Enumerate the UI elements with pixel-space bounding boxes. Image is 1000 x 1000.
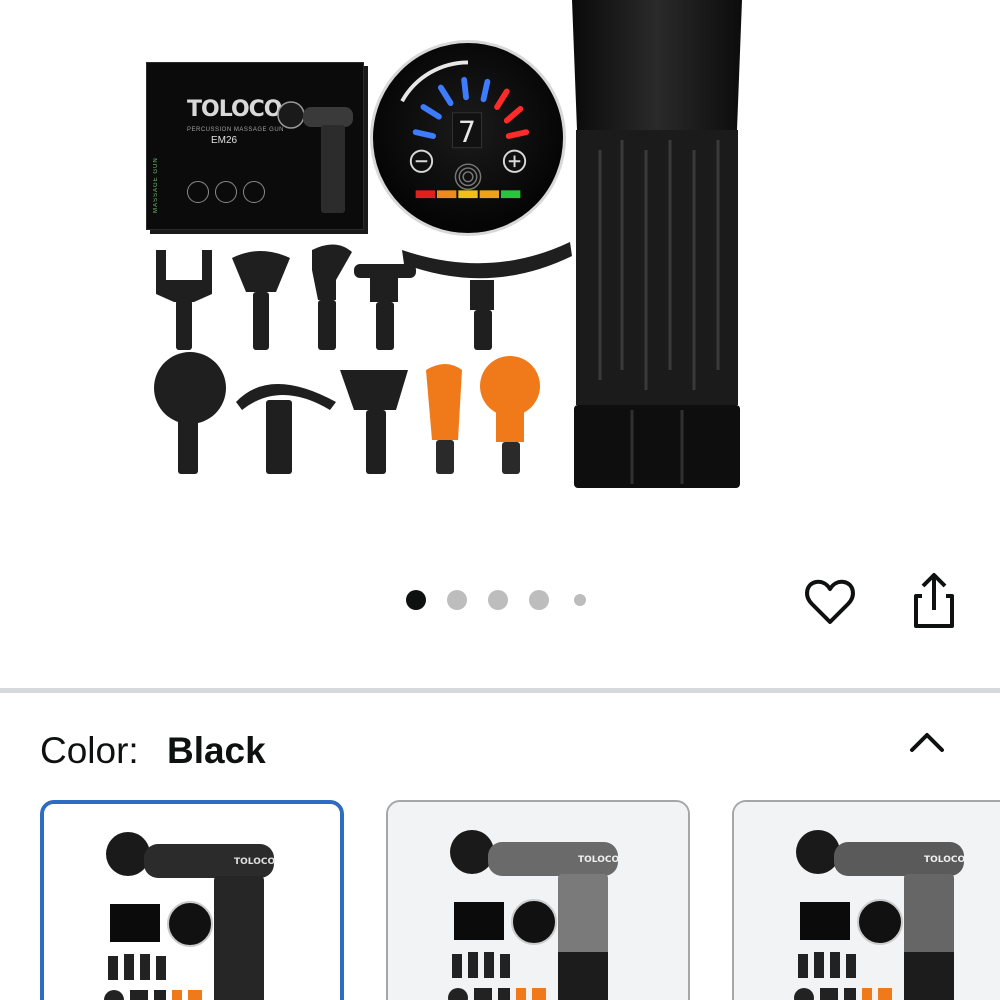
box-model: EM26 [211,135,238,146]
speed-dial-display: 7 [370,40,566,236]
carousel-dot-3[interactable] [488,590,508,610]
share-button[interactable] [904,568,964,632]
dial-level: 7 [458,115,476,149]
color-swatch-black[interactable]: TOLOCO [40,800,344,1000]
color-value: Black [166,730,266,771]
image-carousel-dots[interactable] [406,590,607,610]
box-brand-logo: TOLOCO [187,97,282,122]
swatch-black-thumbnail: TOLOCO [104,832,275,1000]
carousel-dot-5[interactable] [574,594,586,606]
box-subtitle: PERCUSSION MASSAGE GUN [187,127,285,133]
swatch-carbon-thumbnail: TOLOCO [448,830,619,1000]
heart-outline-icon [805,579,855,624]
chevron-up-icon [910,733,944,752]
color-label: Color: [40,730,139,771]
add-to-list-button[interactable] [800,572,860,632]
color-swatch-gray[interactable]: TOLOCO [732,800,1000,1000]
share-icon [914,573,954,628]
swatch-brand: TOLOCO [578,855,619,865]
carousel-dot-1[interactable] [406,590,426,610]
section-divider [0,688,1000,693]
fingerprint-icon [454,163,482,191]
carousel-dot-4[interactable] [529,590,549,610]
swatch-brand: TOLOCO [924,855,965,865]
color-selection-label: Color: Black [40,730,266,772]
box-side-text: MASSAGE GUN [153,157,159,213]
product-box: MASSAGE GUN TOLOCO PERCUSSION MASSAGE GU… [146,62,364,230]
carousel-dot-2[interactable] [447,590,467,610]
collapse-variants-button[interactable] [904,722,950,762]
box-gun-illustration [277,101,353,213]
color-swatch-carbon[interactable]: TOLOCO [386,800,690,1000]
box-feature-icons [187,181,265,203]
product-hero-image[interactable]: MASSAGE GUN TOLOCO PERCUSSION MASSAGE GU… [0,0,1000,560]
swatch-brand: TOLOCO [234,857,275,867]
massage-gun-image [572,0,742,488]
attachment-heads [154,242,572,474]
swatch-gray-thumbnail: TOLOCO [794,830,965,1000]
